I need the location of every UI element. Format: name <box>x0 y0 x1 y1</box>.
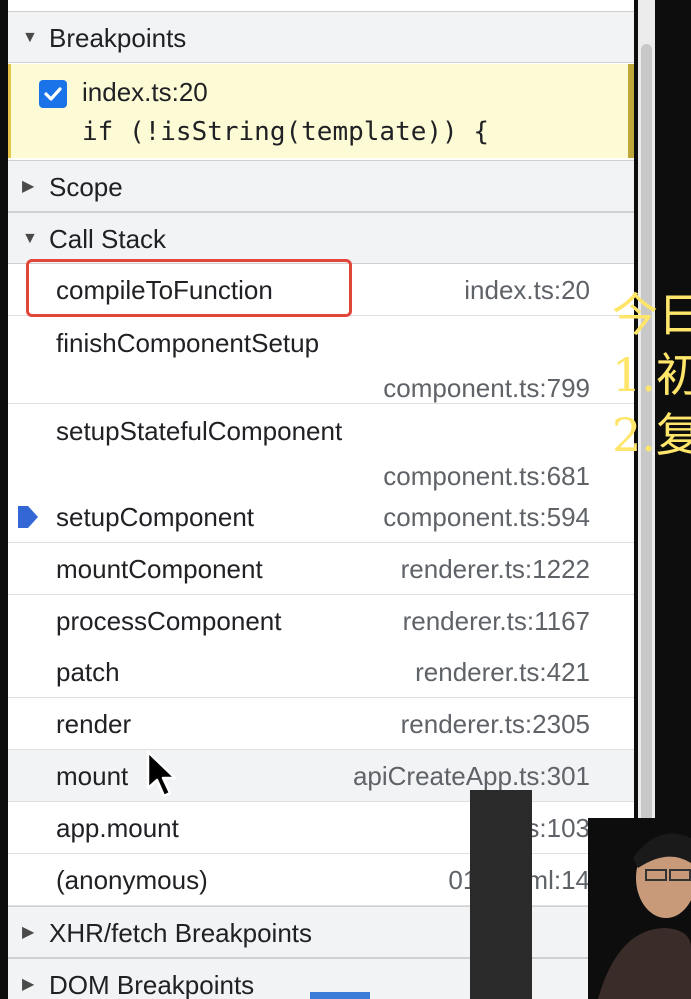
frame-function-name: mountComponent <box>56 554 263 584</box>
frame-location[interactable]: component.ts:594 <box>383 491 590 543</box>
triangle-right-icon: ▶ <box>22 178 35 195</box>
frame-location[interactable]: renderer.ts:1222 <box>401 543 590 595</box>
execution-pointer-icon <box>18 506 38 528</box>
dom-breakpoints-section-label: DOM Breakpoints <box>49 970 255 999</box>
triangle-down-icon: ▼ <box>22 29 38 46</box>
frame-location[interactable]: renderer.ts:1167 <box>403 595 590 647</box>
frame-function-name: render <box>56 709 132 739</box>
frame-location[interactable]: renderer.ts:2305 <box>401 698 590 750</box>
breakpoints-section-label: Breakpoints <box>49 23 187 53</box>
call-frame[interactable]: setupStatefulComponent component.ts:681 <box>8 404 634 492</box>
video-overlay-text: 今日 1.初 2.复 <box>612 288 691 462</box>
presenter-video-overlay <box>588 818 691 999</box>
frame-function-name: finishComponentSetup <box>56 328 320 358</box>
breakpoint-code-snippet: if (!isString(template)) { <box>82 117 489 147</box>
frame-function-name: patch <box>56 657 120 687</box>
scope-section-header[interactable]: ▶ Scope <box>8 160 634 212</box>
call-frame[interactable]: render renderer.ts:2305 <box>8 698 634 750</box>
frame-location[interactable]: renderer.ts:421 <box>415 646 590 698</box>
call-frame[interactable]: mountComponent renderer.ts:1222 <box>8 543 634 595</box>
video-overlay-strip <box>470 790 532 999</box>
call-frame[interactable]: app.mount ind s:103 <box>8 802 634 854</box>
breakpoint-item[interactable]: index.ts:20 if (!isString(template)) { <box>8 64 634 158</box>
frame-function-name: setupComponent <box>56 502 255 532</box>
call-frame[interactable]: (anonymous) 01-ini tml:14 <box>8 854 634 906</box>
taskbar-indicator <box>310 992 370 999</box>
debugger-sidebar: ▼ Breakpoints index.ts:20 if (!isString(… <box>8 0 634 999</box>
call-stack-section-header[interactable]: ▼ Call Stack <box>8 212 634 264</box>
checkbox-checked-icon[interactable] <box>39 80 67 108</box>
highlight-annotation <box>26 259 352 317</box>
call-frame-hovered[interactable]: mount apiCreateApp.ts:301 <box>8 750 634 802</box>
triangle-right-icon: ▶ <box>22 976 35 993</box>
xhr-breakpoints-section-label: XHR/fetch Breakpoints <box>49 918 313 948</box>
frame-location[interactable]: component.ts:681 <box>383 459 590 493</box>
frame-function-name: app.mount <box>56 813 179 843</box>
triangle-down-icon: ▼ <box>22 230 38 247</box>
frame-function-name: (anonymous) <box>56 865 208 895</box>
breakpoints-section-header[interactable]: ▼ Breakpoints <box>8 11 634 63</box>
call-frame[interactable]: processComponent renderer.ts:1167 <box>8 595 634 647</box>
call-frame-current[interactable]: setupComponent component.ts:594 <box>8 491 634 543</box>
frame-location[interactable]: index.ts:20 <box>464 264 590 316</box>
frame-function-name: mount <box>56 761 129 791</box>
scope-section-label: Scope <box>49 172 123 202</box>
mouse-cursor-icon <box>146 750 177 798</box>
call-frame[interactable]: finishComponentSetup component.ts:799 <box>8 316 634 404</box>
breakpoint-location: index.ts:20 <box>82 77 208 107</box>
frame-function-name: setupStatefulComponent <box>56 416 343 446</box>
call-frame[interactable]: patch renderer.ts:421 <box>8 646 634 698</box>
call-stack-section-label: Call Stack <box>49 224 167 254</box>
frame-function-name: processComponent <box>56 606 282 636</box>
xhr-breakpoints-section-header[interactable]: ▶ XHR/fetch Breakpoints <box>8 906 634 958</box>
frame-location[interactable]: component.ts:799 <box>383 371 590 405</box>
triangle-right-icon: ▶ <box>22 924 35 941</box>
breakpoint-bar <box>628 64 634 158</box>
